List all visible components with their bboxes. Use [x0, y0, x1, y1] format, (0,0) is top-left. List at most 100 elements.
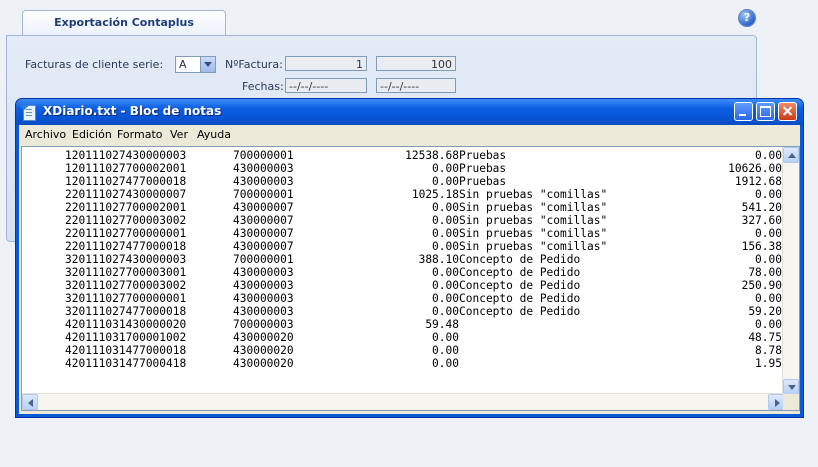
menubar: Archivo Edición Formato Ver Ayuda — [19, 125, 800, 144]
line-value: 59.20 — [748, 305, 782, 318]
nfactura-label: NºFactura: — [225, 58, 283, 71]
line-subaccount: 430000003 — [233, 305, 294, 318]
line-description: Sin pruebas "comillas" — [459, 188, 608, 201]
text-line: 320111027430000003 700000001 388.10 Concept… — [22, 253, 784, 266]
line-value: 78.00 — [748, 266, 782, 279]
line-subaccount: 700000001 — [233, 149, 294, 162]
line-value: 0.00 — [755, 149, 782, 162]
notepad-icon — [23, 105, 36, 121]
line-description: Sin pruebas "comillas" — [459, 201, 608, 214]
maximize-button[interactable] — [756, 102, 775, 121]
line-amount: 0.00 — [432, 266, 459, 279]
nfactura-to-field[interactable]: 100 — [376, 56, 456, 71]
line-description: Sin pruebas "comillas" — [459, 240, 608, 253]
line-account-code: 120111027430000003 — [65, 149, 187, 162]
chevron-down-icon[interactable] — [200, 57, 215, 72]
line-account-code: 320111027700003001 — [65, 266, 187, 279]
line-subaccount: 430000007 — [233, 240, 294, 253]
scroll-down-button[interactable] — [783, 379, 799, 395]
fecha-from-field[interactable]: --/--/---- — [285, 78, 367, 93]
line-value: 0.00 — [755, 227, 782, 240]
menu-ayuda[interactable]: Ayuda — [197, 128, 231, 141]
line-amount: 0.00 — [432, 344, 459, 357]
series-select[interactable]: A — [175, 56, 216, 73]
line-description: Concepto de Pedido — [459, 266, 581, 279]
line-subaccount: 430000003 — [233, 175, 294, 188]
line-amount: 0.00 — [432, 279, 459, 292]
line-subaccount: 700000001 — [233, 188, 294, 201]
line-value: 8.78 — [755, 344, 782, 357]
text-editor[interactable]: 120111027430000003 700000001 12538.68 Prueb… — [21, 146, 800, 411]
text-line: 220111027700003002 430000007 0.00 Sin prueb… — [22, 214, 784, 227]
text-line: 220111027477000018 430000007 0.00 Sin prueb… — [22, 240, 784, 253]
line-amount: 12538.68 — [405, 149, 459, 162]
series-label: Facturas de cliente serie: — [25, 58, 164, 71]
fecha-to-field[interactable]: --/--/---- — [376, 78, 456, 93]
tab-exportacion-contaplus[interactable]: Exportación Contaplus — [22, 10, 226, 37]
vertical-scrollbar[interactable] — [782, 147, 799, 395]
text-line: 220111027700002001 430000007 0.00 Sin prueb… — [22, 201, 784, 214]
line-value: 156.38 — [741, 240, 782, 253]
line-value: 327.60 — [741, 214, 782, 227]
line-description: Sin pruebas "comillas" — [459, 227, 608, 240]
menu-edicion[interactable]: Edición — [72, 128, 112, 141]
text-line: 220111027700000001 430000007 0.00 Sin prueb… — [22, 227, 784, 240]
line-description: Concepto de Pedido — [459, 253, 581, 266]
line-subaccount: 430000020 — [233, 357, 294, 370]
menu-formato[interactable]: Formato — [117, 128, 163, 141]
text-line: 320111027700000001 430000003 0.00 Concepto … — [22, 292, 784, 305]
line-amount: 388.10 — [418, 253, 459, 266]
text-line: 320111027477000018 430000003 0.00 Concepto … — [22, 305, 784, 318]
line-subaccount: 700000003 — [233, 318, 294, 331]
line-value: 10626.00 — [728, 162, 782, 175]
menu-archivo[interactable]: Archivo — [25, 128, 66, 141]
line-subaccount: 430000007 — [233, 201, 294, 214]
fechas-label: Fechas: — [242, 80, 284, 93]
text-line: 420111031477000418 430000020 0.00 1.95 — [22, 357, 784, 370]
text-line: 320111027700003002 430000003 0.00 Concepto … — [22, 279, 784, 292]
line-account-code: 420111031700001002 — [65, 331, 187, 344]
nfactura-from-field[interactable]: 1 — [285, 56, 367, 71]
line-account-code: 220111027477000018 — [65, 240, 187, 253]
line-value: 0.00 — [755, 188, 782, 201]
line-account-code: 320111027700003002 — [65, 279, 187, 292]
text-line: 320111027700003001 430000003 0.00 Concepto … — [22, 266, 784, 279]
line-subaccount: 700000001 — [233, 253, 294, 266]
line-description: Pruebas — [459, 175, 507, 188]
close-button[interactable] — [778, 102, 797, 121]
notepad-titlebar[interactable]: XDiario.txt - Bloc de notas — [16, 99, 803, 125]
text-line: 220111027430000007 700000001 1025.18 Sin pr… — [22, 188, 784, 201]
line-value: 0.00 — [755, 253, 782, 266]
minimize-button[interactable] — [734, 102, 753, 121]
line-amount: 0.00 — [432, 305, 459, 318]
menu-ver[interactable]: Ver — [170, 128, 188, 141]
text-line: 420111031430000020 700000003 59.48 0.00 — [22, 318, 784, 331]
horizontal-scrollbar[interactable] — [22, 393, 784, 410]
line-description: Concepto de Pedido — [459, 292, 581, 305]
line-amount: 0.00 — [432, 331, 459, 344]
line-amount: 0.00 — [432, 162, 459, 175]
resize-grip[interactable] — [783, 394, 799, 410]
scroll-up-button[interactable] — [783, 147, 799, 163]
scroll-right-button[interactable] — [768, 394, 784, 410]
line-description: Concepto de Pedido — [459, 305, 581, 318]
line-account-code: 420111031430000020 — [65, 318, 187, 331]
scroll-left-button[interactable] — [22, 394, 38, 410]
line-amount: 0.00 — [432, 214, 459, 227]
line-subaccount: 430000003 — [233, 292, 294, 305]
line-description: Pruebas — [459, 149, 507, 162]
help-icon[interactable]: ? — [739, 10, 755, 26]
arrow-up-icon — [788, 153, 796, 158]
text-content[interactable]: 120111027430000003 700000001 12538.68 Prueb… — [22, 147, 784, 395]
line-description: Pruebas — [459, 162, 507, 175]
line-amount: 0.00 — [432, 227, 459, 240]
line-subaccount: 430000007 — [233, 214, 294, 227]
line-value: 0.00 — [755, 292, 782, 305]
line-amount: 0.00 — [432, 175, 459, 188]
line-value: 250.90 — [741, 279, 782, 292]
line-account-code: 220111027700000001 — [65, 227, 187, 240]
line-subaccount: 430000003 — [233, 279, 294, 292]
line-account-code: 420111031477000018 — [65, 344, 187, 357]
text-line: 120111027477000018 430000003 0.00 Pruebas 19… — [22, 175, 784, 188]
line-amount: 59.48 — [425, 318, 459, 331]
